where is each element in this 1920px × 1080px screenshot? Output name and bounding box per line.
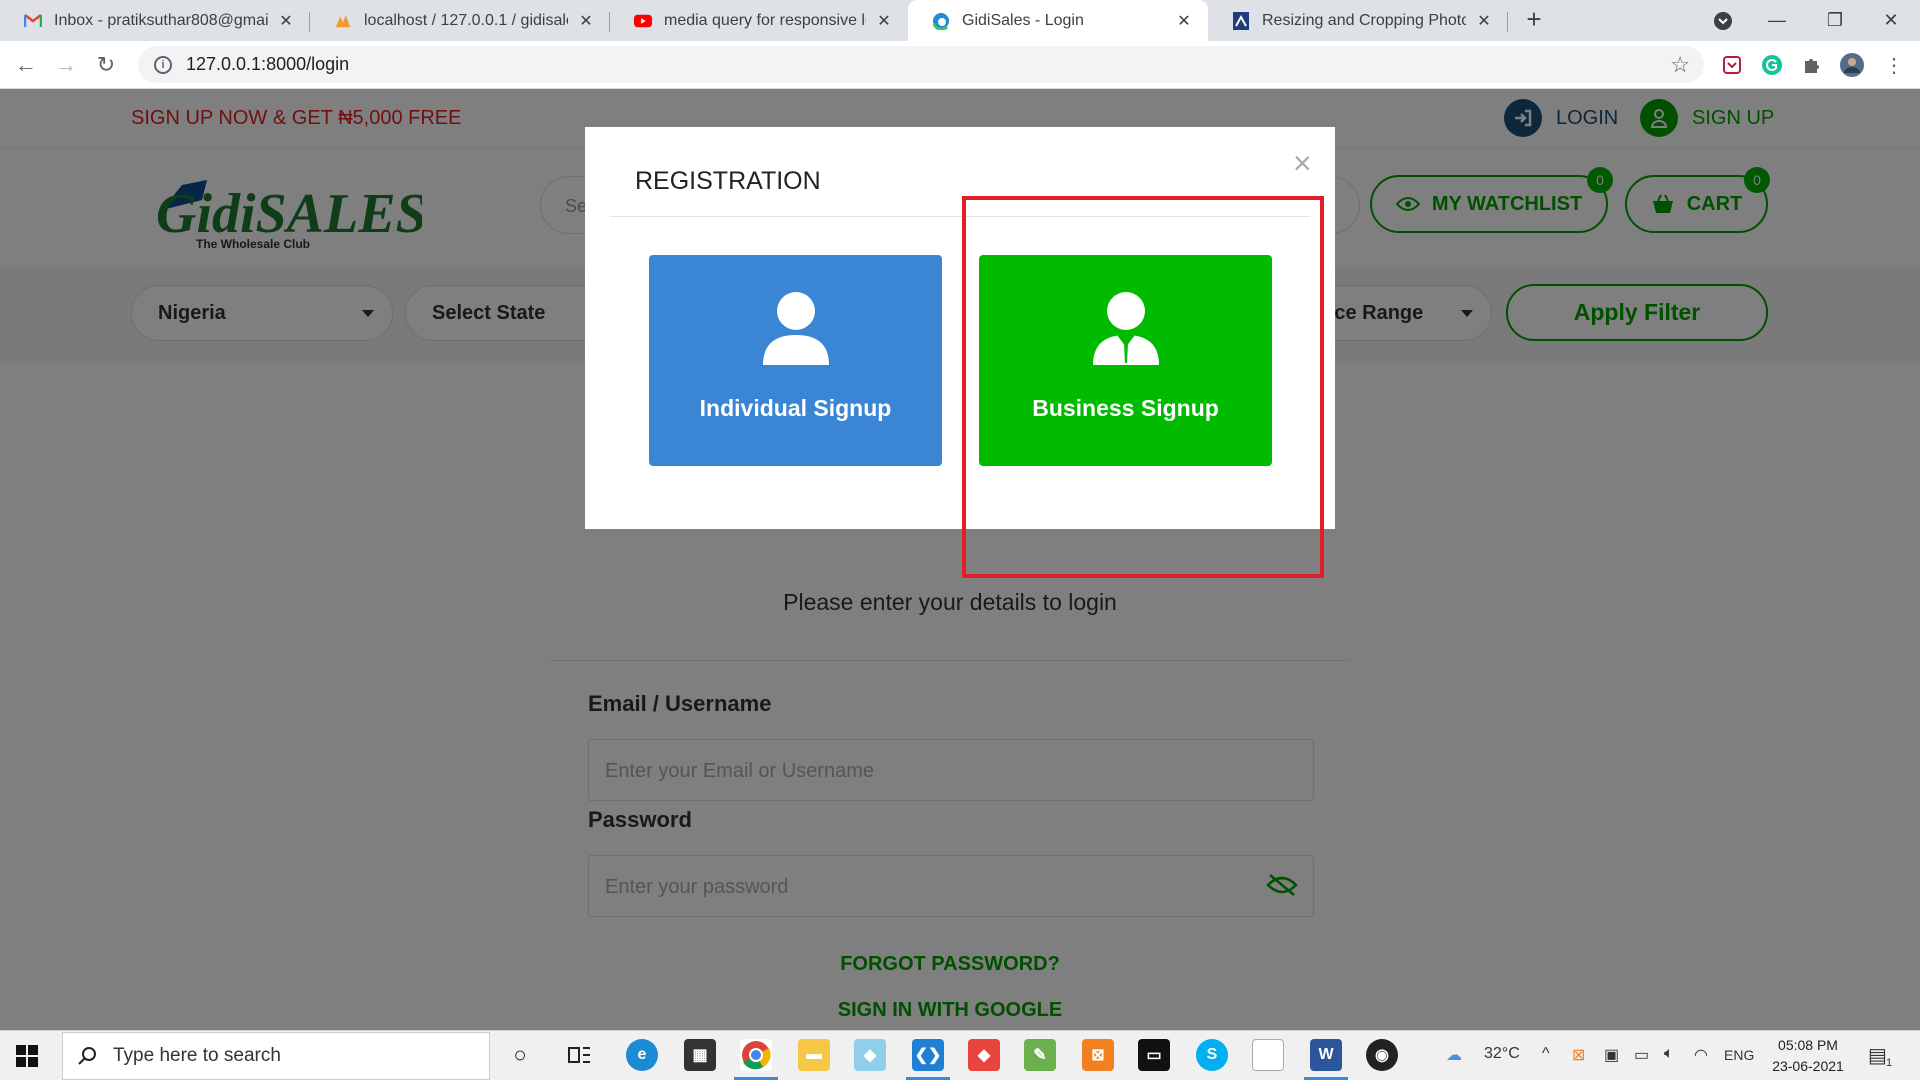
reload-icon[interactable]: ↻ xyxy=(92,51,120,79)
volume-icon[interactable]: 🔈︎ xyxy=(1664,1045,1674,1063)
windows-start-icon[interactable] xyxy=(16,1045,38,1067)
app-icon[interactable]: ◆ xyxy=(854,1039,886,1071)
search-icon xyxy=(78,1047,96,1065)
tab-search-icon[interactable] xyxy=(1694,0,1752,41)
profile-avatar[interactable] xyxy=(1840,53,1864,77)
close-window-icon[interactable]: ✕ xyxy=(1862,0,1920,41)
weather-icon[interactable]: ☁ xyxy=(1446,1045,1462,1065)
address-bar-row: ← → ↻ i 127.0.0.1:8000/login ☆ xyxy=(0,41,1920,89)
cortana-icon[interactable]: ○ xyxy=(504,1039,536,1071)
close-tab-icon[interactable]: ✕ xyxy=(276,11,296,31)
notification-center-icon[interactable]: ▤ xyxy=(1868,1043,1887,1068)
user-icon xyxy=(762,292,829,365)
new-tab-icon[interactable]: + xyxy=(1520,6,1548,34)
browser-tab-bar: Inbox - pratiksuthar808@gmail.c ✕ localh… xyxy=(0,0,1920,41)
file-explorer-icon[interactable]: ▬ xyxy=(798,1039,830,1071)
tab-title: media query for responsive logo xyxy=(664,11,866,29)
tab-title: GidiSales - Login xyxy=(962,11,1084,29)
blank-document-icon[interactable] xyxy=(1252,1039,1284,1071)
close-tab-icon[interactable]: ✕ xyxy=(1474,11,1494,31)
url-text: 127.0.0.1:8000/login xyxy=(186,54,350,74)
clock-time: 05:08 PM xyxy=(1778,1037,1838,1053)
tab-gmail[interactable]: Inbox - pratiksuthar808@gmail.c ✕ xyxy=(0,0,310,41)
edge-icon xyxy=(932,12,950,30)
skype-icon[interactable]: S xyxy=(1196,1039,1228,1071)
taskbar-search-placeholder: Type here to search xyxy=(113,1045,281,1066)
xampp-tray-icon[interactable]: ⊠ xyxy=(1572,1045,1585,1065)
edge-taskbar-icon[interactable]: e xyxy=(626,1039,658,1071)
vscode-icon[interactable]: ❮❯ xyxy=(912,1039,944,1071)
taskbar-search-input[interactable]: Type here to search xyxy=(62,1032,490,1080)
language-indicator[interactable]: ENG xyxy=(1724,1047,1754,1063)
word-icon[interactable]: W xyxy=(1310,1039,1342,1071)
extensions-puzzle-icon[interactable] xyxy=(1800,53,1824,77)
git-icon[interactable]: ◆ xyxy=(968,1039,1000,1071)
task-view-icon[interactable] xyxy=(564,1039,596,1071)
battery-icon[interactable]: ▭ xyxy=(1634,1045,1649,1065)
tab-phpmyadmin[interactable]: localhost / 127.0.0.1 / gidisales / ✕ xyxy=(310,0,610,41)
document-icon xyxy=(1232,11,1250,30)
grammarly-extension-icon[interactable] xyxy=(1760,53,1784,77)
individual-signup-label: Individual Signup xyxy=(699,395,892,421)
bookmark-star-icon[interactable]: ☆ xyxy=(1670,52,1690,78)
close-tab-icon[interactable]: ✕ xyxy=(576,11,596,31)
close-icon[interactable]: × xyxy=(1293,145,1312,182)
tab-title: Resizing and Cropping Photos Us xyxy=(1262,11,1466,29)
camera-tray-icon[interactable]: ▣ xyxy=(1604,1045,1619,1065)
address-bar[interactable]: i 127.0.0.1:8000/login ☆ xyxy=(138,46,1704,83)
wifi-icon[interactable]: ◠ xyxy=(1694,1045,1708,1065)
notification-count: 1 xyxy=(1886,1057,1893,1069)
restore-icon[interactable]: ❐ xyxy=(1806,0,1864,41)
chevron-up-icon[interactable]: ^ xyxy=(1542,1045,1550,1063)
terminal-icon[interactable]: ▭ xyxy=(1138,1039,1170,1071)
obs-icon[interactable]: ◉ xyxy=(1366,1039,1398,1071)
weather-temperature[interactable]: 32°C xyxy=(1484,1045,1520,1063)
xampp-icon[interactable]: ⊠ xyxy=(1082,1039,1114,1071)
close-tab-icon[interactable]: ✕ xyxy=(1174,11,1194,31)
minimize-icon[interactable]: — xyxy=(1748,0,1806,41)
pocket-extension-icon[interactable] xyxy=(1720,53,1744,77)
annotation-highlight-box xyxy=(962,196,1324,578)
tab-gidisales-login[interactable]: GidiSales - Login ✕ xyxy=(908,0,1208,41)
back-icon[interactable]: ← xyxy=(12,51,40,79)
browser-menu-icon[interactable]: ⋮ xyxy=(1882,53,1906,77)
chrome-icon[interactable] xyxy=(740,1039,772,1071)
tab-title: localhost / 127.0.0.1 / gidisales / xyxy=(364,11,568,29)
tab-youtube[interactable]: media query for responsive logo ✕ xyxy=(610,0,908,41)
tab-title: Inbox - pratiksuthar808@gmail.c xyxy=(54,11,268,29)
individual-signup-button[interactable]: Individual Signup xyxy=(649,255,942,466)
youtube-icon xyxy=(634,12,652,30)
store-icon[interactable]: ▦ xyxy=(684,1039,716,1071)
clock-date: 23-06-2021 xyxy=(1772,1058,1844,1074)
tab-resizing-photos[interactable]: Resizing and Cropping Photos Us ✕ xyxy=(1208,0,1508,41)
taskbar-clock[interactable]: 05:08 PM 23-06-2021 xyxy=(1768,1035,1848,1077)
modal-title: REGISTRATION xyxy=(635,167,821,195)
phpmyadmin-icon xyxy=(334,12,352,30)
notepad-plus-icon[interactable]: ✎ xyxy=(1024,1039,1056,1071)
close-tab-icon[interactable]: ✕ xyxy=(874,11,894,31)
gmail-icon xyxy=(24,12,42,30)
windows-taskbar: Type here to search ○ e ▦ ▬ ◆ ❮❯ ◆ ✎ ⊠ ▭… xyxy=(0,1030,1920,1080)
site-info-icon[interactable]: i xyxy=(154,55,172,74)
forward-icon[interactable]: → xyxy=(52,51,80,79)
